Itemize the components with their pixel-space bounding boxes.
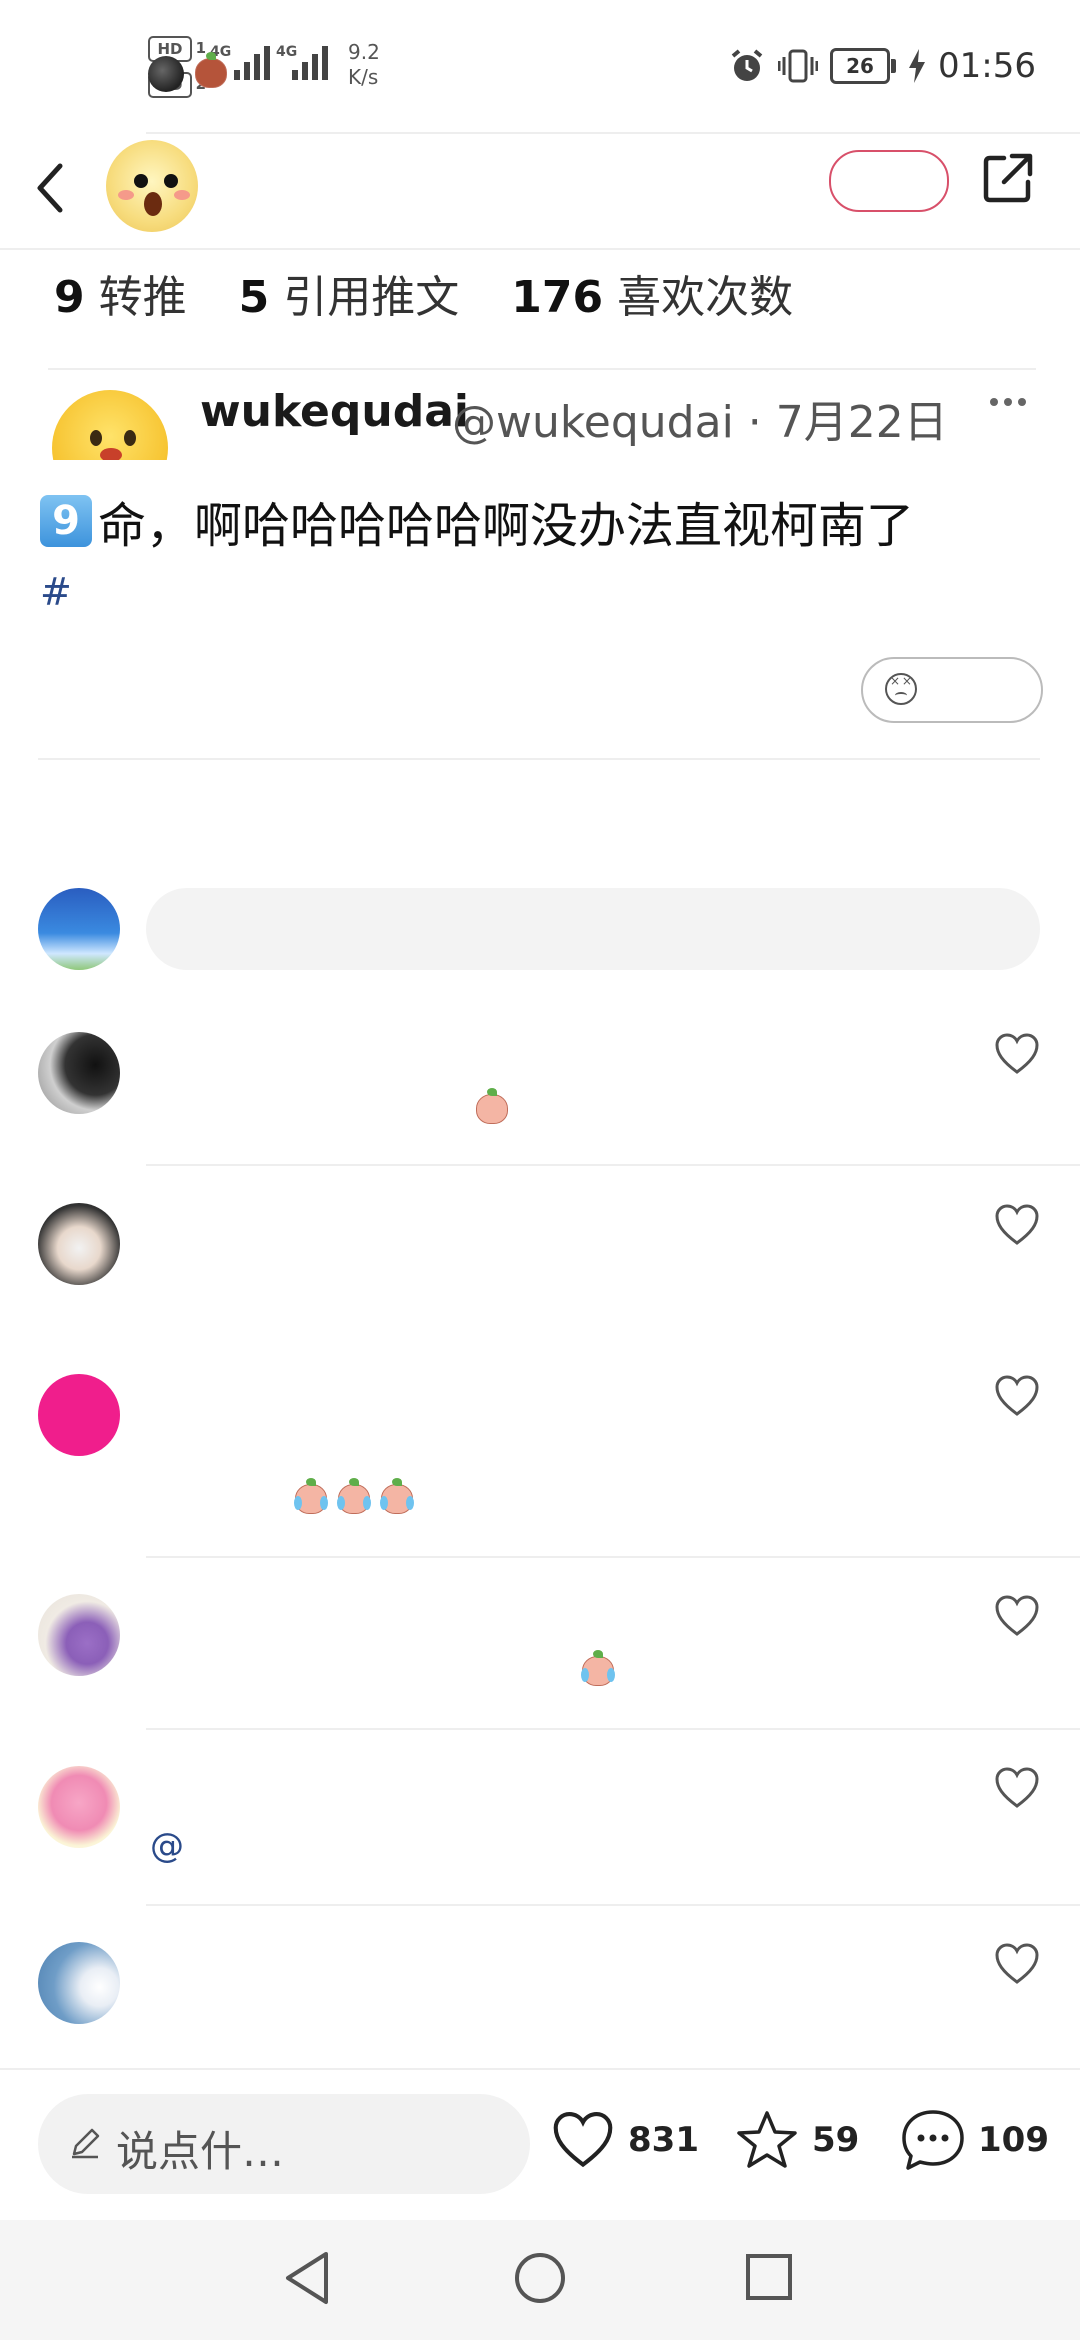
action-bar: 说点什… 831 59 109 bbox=[0, 2068, 1080, 2222]
speed-unit: K/s bbox=[348, 65, 379, 89]
quoted-author-avatar[interactable] bbox=[48, 390, 170, 460]
signal-icon-2 bbox=[284, 44, 330, 80]
speed-value: 9.2 bbox=[348, 40, 380, 64]
commenter-avatar[interactable] bbox=[38, 1942, 120, 2024]
heart-icon[interactable] bbox=[994, 1942, 1040, 1986]
moon-emoji bbox=[148, 56, 184, 92]
network-speed: 9.2 K/s bbox=[348, 40, 380, 90]
comment-input[interactable] bbox=[146, 888, 1040, 970]
heart-icon[interactable] bbox=[994, 1594, 1040, 1638]
chevron-left-icon[interactable] bbox=[30, 158, 70, 218]
divider bbox=[146, 1728, 1080, 1730]
quoted-author-handle-date: @wukequdai · 7月22日 bbox=[452, 397, 948, 448]
pencil-icon bbox=[72, 2128, 100, 2159]
mention-link[interactable]: @ bbox=[150, 1826, 184, 1866]
keycap-emoji: 9 bbox=[40, 495, 92, 547]
heart-icon[interactable] bbox=[994, 1032, 1040, 1076]
like-count: 831 bbox=[628, 2120, 699, 2160]
reaction-emoji-icon bbox=[885, 673, 917, 705]
crying-sticker bbox=[292, 1478, 330, 1516]
quoted-author-name[interactable]: wukequdai bbox=[200, 386, 469, 437]
hd1-label: HD bbox=[157, 40, 183, 58]
divider bbox=[38, 758, 1040, 760]
divider bbox=[48, 368, 1036, 370]
nav-recents-icon[interactable] bbox=[744, 2252, 794, 2302]
crying-sticker bbox=[378, 1478, 416, 1516]
hashtag-link[interactable]: # bbox=[40, 570, 72, 614]
nav-home-icon[interactable] bbox=[512, 2250, 568, 2306]
divider bbox=[146, 1904, 1080, 1906]
external-share-icon[interactable] bbox=[980, 150, 1036, 206]
crying-sticker bbox=[335, 1478, 373, 1516]
heart-icon[interactable] bbox=[994, 1374, 1040, 1418]
commenter-avatar[interactable] bbox=[38, 1594, 120, 1676]
follow-button[interactable] bbox=[829, 150, 949, 212]
alarm-icon bbox=[731, 49, 763, 81]
vibrate-icon bbox=[778, 49, 819, 83]
author-avatar[interactable] bbox=[106, 140, 198, 232]
heart-icon bbox=[553, 2112, 613, 2168]
engagement-stats: 9 转推 5 引用推文 176 喜欢次数 bbox=[54, 258, 793, 328]
reply-count: 109 bbox=[978, 2120, 1049, 2160]
compose-placeholder: 说点什… bbox=[116, 2127, 285, 2176]
retweets-stat[interactable]: 9 转推 bbox=[54, 261, 187, 325]
divider bbox=[146, 1556, 1080, 1558]
top-bar bbox=[0, 130, 1080, 250]
commenter-avatar[interactable] bbox=[38, 1203, 120, 1285]
like-action[interactable]: 831 bbox=[550, 2100, 699, 2180]
heart-icon[interactable] bbox=[994, 1766, 1040, 1810]
tweet-text: 9 命，啊哈哈哈哈哈啊没办法直视柯南了 bbox=[40, 486, 914, 556]
divider bbox=[146, 1164, 1080, 1166]
more-options-icon[interactable] bbox=[990, 398, 1030, 418]
sticker-emoji bbox=[192, 52, 230, 90]
star-icon bbox=[737, 2111, 797, 2168]
reaction-button[interactable] bbox=[861, 657, 1043, 723]
likes-stat[interactable]: 176 喜欢次数 bbox=[511, 261, 793, 325]
commenter-avatar[interactable] bbox=[38, 1766, 120, 1848]
favorite-count: 59 bbox=[812, 2120, 860, 2160]
system-nav-bar bbox=[0, 2220, 1080, 2340]
heart-icon[interactable] bbox=[994, 1203, 1040, 1247]
status-right: 26 01:56 bbox=[728, 42, 1036, 90]
tweet-body: 命，啊哈哈哈哈哈啊没办法直视柯南了 bbox=[98, 498, 915, 554]
comment-bubble-icon bbox=[902, 2110, 964, 2170]
crying-sticker bbox=[579, 1650, 617, 1688]
charging-icon bbox=[909, 49, 926, 83]
my-avatar bbox=[38, 888, 120, 970]
divider bbox=[146, 132, 1080, 134]
sticker-emoji bbox=[473, 1088, 511, 1126]
favorite-action[interactable]: 59 bbox=[734, 2100, 859, 2180]
compose-reply-button[interactable]: 说点什… bbox=[38, 2094, 530, 2194]
reply-action[interactable]: 109 bbox=[900, 2100, 1049, 2180]
quote-tweets-stat[interactable]: 5 引用推文 bbox=[239, 261, 460, 325]
battery-indicator: 26 bbox=[830, 48, 897, 84]
commenter-avatar[interactable] bbox=[38, 1374, 120, 1456]
commenter-avatar[interactable] bbox=[38, 1032, 120, 1114]
nav-back-icon[interactable] bbox=[282, 2250, 332, 2306]
clock: 01:56 bbox=[938, 46, 1036, 86]
